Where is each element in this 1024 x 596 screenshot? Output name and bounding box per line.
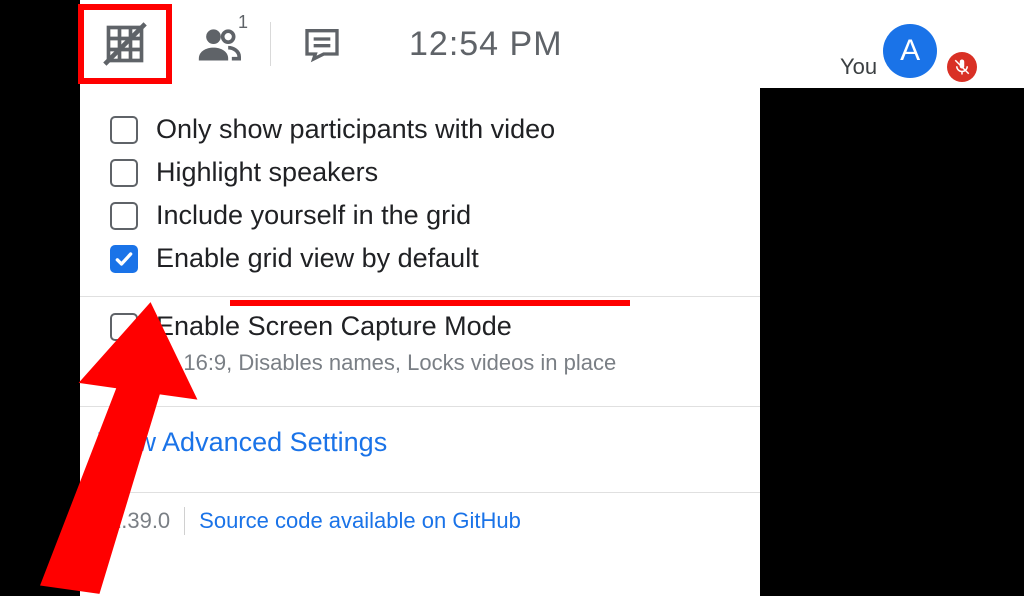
header-bar: 1 12:54 PM You A	[80, 0, 1024, 88]
github-link[interactable]: Source code available on GitHub	[199, 508, 521, 534]
option-label: Include yourself in the grid	[156, 200, 471, 231]
option-label: Highlight speakers	[156, 157, 378, 188]
advanced-settings-link[interactable]: View Advanced Settings	[80, 407, 760, 476]
mic-muted-badge	[947, 52, 977, 82]
divider	[270, 22, 271, 66]
participant-count: 1	[238, 12, 248, 33]
option-label: Enable grid view by default	[156, 243, 479, 274]
checkbox-only-video[interactable]	[110, 116, 138, 144]
footer: v1.39.0 Source code available on GitHub	[80, 493, 760, 535]
settings-panel: Only show participants with video Highli…	[80, 88, 760, 596]
divider	[184, 507, 185, 535]
you-label: You	[834, 54, 877, 82]
mic-off-icon	[953, 58, 971, 76]
checkbox-include-yourself[interactable]	[110, 202, 138, 230]
option-enable-grid-default: Enable grid view by default	[80, 237, 760, 280]
checkbox-highlight-speakers[interactable]	[110, 159, 138, 187]
clock: 12:54 PM	[409, 25, 563, 64]
grid-off-icon	[103, 22, 147, 66]
grid-view-button[interactable]	[78, 4, 172, 84]
version-text: v1.39.0	[98, 508, 170, 534]
option-highlight-speakers: Highlight speakers	[80, 151, 760, 194]
people-icon	[197, 22, 241, 66]
option-label: Enable Screen Capture Mode	[156, 311, 512, 342]
user-area: You A	[834, 0, 1024, 88]
header-icons: 1	[80, 0, 369, 88]
annotation-underline	[230, 300, 630, 306]
chat-button[interactable]	[275, 0, 369, 88]
checkbox-enable-grid-default[interactable]	[110, 245, 138, 273]
avatar[interactable]: A	[883, 24, 937, 78]
participants-button[interactable]: 1	[172, 0, 266, 88]
option-include-yourself: Include yourself in the grid	[80, 194, 760, 237]
screen-capture-description: Forces 16:9, Disables names, Locks video…	[80, 348, 760, 390]
check-icon	[114, 249, 134, 269]
option-only-video: Only show participants with video	[80, 108, 760, 151]
chat-icon	[302, 24, 342, 64]
option-label: Only show participants with video	[156, 114, 555, 145]
checkbox-screen-capture[interactable]	[110, 313, 138, 341]
